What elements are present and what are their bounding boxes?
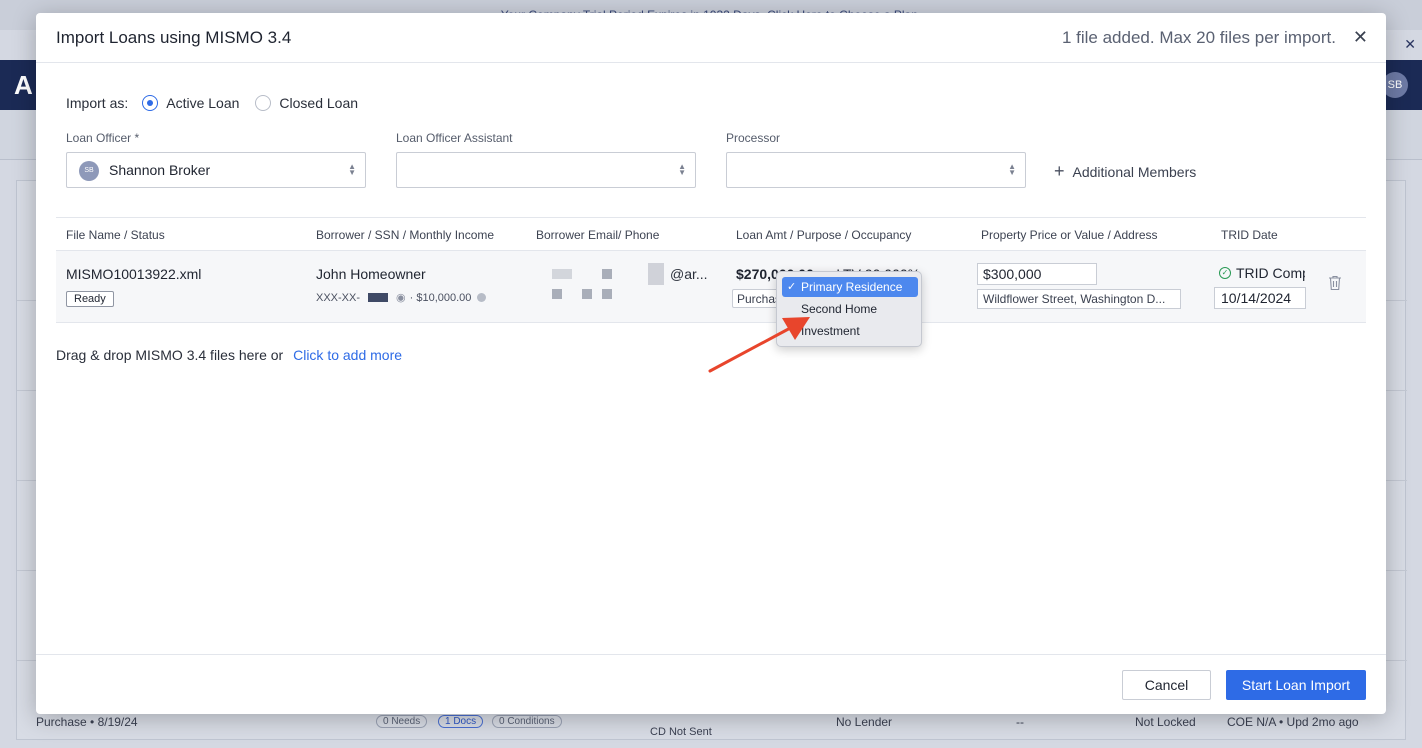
annotation-arrow-icon	[708, 317, 810, 373]
trid-status-text: TRID Comp	[1236, 265, 1305, 281]
loan-type-date: Purchase • 8/19/24	[36, 715, 138, 729]
start-loan-import-button[interactable]: Start Loan Import	[1226, 670, 1366, 700]
file-count-info: 1 file added. Max 20 files per import.	[1061, 28, 1336, 47]
import-as-label: Import as:	[66, 95, 129, 111]
lender: No Lender	[836, 715, 893, 729]
eye-icon[interactable]: ◉	[396, 291, 406, 304]
table-header: File Name / Status Borrower / SSN / Mont…	[56, 217, 1366, 251]
borrower-name: John Homeowner	[316, 266, 426, 282]
dash-value: --	[1016, 715, 1024, 729]
modal-footer: Cancel Start Loan Import	[36, 654, 1386, 714]
closed-loan-radio[interactable]	[255, 95, 272, 111]
cancel-button[interactable]: Cancel	[1122, 670, 1211, 700]
ssn-prefix: XXX-XX-	[316, 291, 361, 304]
info-icon[interactable]	[477, 293, 487, 302]
banner-close-icon[interactable]: ✕	[1404, 36, 1416, 53]
needs-chip[interactable]: 0 Needs	[376, 715, 428, 728]
additional-members-label: Additional Members	[1072, 163, 1197, 180]
drag-drop-zone[interactable]: Drag & drop MISMO 3.4 files here or Clic…	[56, 347, 402, 363]
active-loan-label[interactable]: Active Loan	[166, 95, 239, 111]
processor-select[interactable]: ▲ ▼	[726, 152, 1026, 188]
ssn-masked-value	[368, 293, 389, 302]
lock-status: Not Locked	[1135, 715, 1196, 729]
col-trid-date: TRID Date	[1221, 228, 1278, 242]
loan-officer-label: Loan Officer *	[66, 131, 140, 145]
docs-chip[interactable]: 1 Docs	[438, 715, 484, 728]
property-address-input[interactable]: Wildflower Street, Washington D...	[977, 289, 1181, 309]
plus-icon: +	[1054, 161, 1065, 181]
close-icon[interactable]: ✕	[1353, 27, 1368, 48]
processor-label: Processor	[726, 131, 781, 145]
col-email: Borrower Email/ Phone	[536, 228, 660, 242]
conditions-chip[interactable]: 0 Conditions	[492, 715, 562, 728]
list-row-partial: Purchase • 8/19/24 0 Needs 1 Docs 0 Cond…	[36, 712, 1396, 744]
modal-title: Import Loans using MISMO 3.4	[56, 28, 292, 47]
import-as-group: Import as: Active Loan Closed Loan	[66, 93, 374, 113]
separator: ·	[409, 291, 417, 304]
monthly-income: $10,000.00	[416, 291, 472, 304]
select-arrows-icon: ▲▼	[348, 162, 356, 177]
cd-status[interactable]: CD Not Sent	[650, 726, 712, 738]
modal-header: Import Loans using MISMO 3.4 1 file adde…	[36, 13, 1386, 63]
col-file-name: File Name / Status	[66, 228, 165, 242]
check-circle-icon: ✓	[1219, 267, 1231, 279]
col-property: Property Price or Value / Address	[981, 228, 1158, 242]
add-more-link[interactable]: Click to add more	[293, 347, 402, 363]
app-logo: A	[14, 70, 33, 100]
status-badge: Ready	[66, 291, 114, 307]
checkmark-icon: ✓	[787, 281, 797, 293]
active-loan-radio[interactable]	[142, 95, 159, 111]
closed-loan-label[interactable]: Closed Loan	[279, 95, 358, 111]
col-loan-amt: Loan Amt / Purpose / Occupancy	[736, 228, 912, 242]
select-arrows-icon: ▲▼	[1008, 162, 1016, 177]
loa-label: Loan Officer Assistant	[396, 131, 513, 145]
loa-select[interactable]: ▲ ▼	[396, 152, 696, 188]
additional-members-button[interactable]: + Additional Members	[1054, 161, 1196, 182]
file-name: MISMO10013922.xml	[66, 266, 202, 282]
col-borrower: Borrower / SSN / Monthly Income	[316, 228, 495, 242]
trid-status: ✓ TRID Comp	[1219, 265, 1305, 281]
occupancy-option-primary[interactable]: ✓ Primary Residence	[782, 277, 918, 297]
loan-officer-value: Shannon Broker	[109, 162, 211, 178]
ssn-income-line: XXX-XX- ◉ · $10,000.00	[316, 291, 487, 304]
trid-date-input[interactable]: 10/14/2024	[1214, 287, 1306, 309]
coe-updated: COE N/A • Upd 2mo ago	[1227, 715, 1359, 729]
avatar: SB	[79, 161, 99, 181]
borrower-email: @ar...	[670, 266, 708, 282]
email-phone-redacted	[552, 261, 664, 301]
loan-officer-select[interactable]: SB Shannon Broker ▲ ▼	[66, 152, 366, 188]
drag-drop-text: Drag & drop MISMO 3.4 files here or	[56, 347, 284, 363]
trash-icon[interactable]	[1328, 275, 1342, 291]
select-arrows-icon: ▲▼	[678, 162, 686, 177]
occupancy-option-label: Primary Residence	[801, 280, 903, 294]
property-price-input[interactable]: $300,000	[977, 263, 1097, 285]
